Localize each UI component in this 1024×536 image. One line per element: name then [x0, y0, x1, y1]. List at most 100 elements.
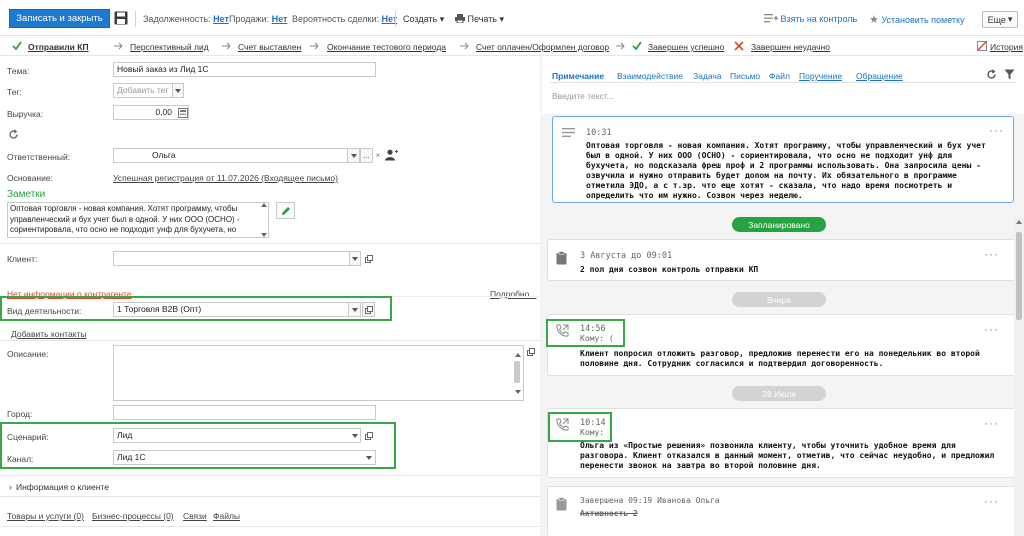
- tab-task[interactable]: Задача: [693, 71, 722, 81]
- date-separator: 28 Июля: [732, 386, 826, 401]
- probability-indicator[interactable]: Вероятность сделки: Нет: [292, 14, 397, 24]
- channel-dropdown[interactable]: [362, 450, 375, 465]
- scroll-down-icon[interactable]: [515, 390, 521, 394]
- stage-sent-proposal[interactable]: Отправили КП: [28, 42, 89, 52]
- phone-icon: [556, 324, 569, 337]
- tab-order[interactable]: Поручение: [799, 71, 842, 81]
- activity-input[interactable]: 1 Торговля B2B (Опт): [113, 302, 361, 317]
- note-lines-icon: [562, 128, 575, 137]
- planned-separator: Запланировано: [732, 217, 826, 232]
- client-dropdown[interactable]: [349, 252, 360, 265]
- arrow-right-icon: [460, 42, 469, 50]
- basis-link[interactable]: Успешная регистрация от 11.07.2026 (Вход…: [113, 173, 338, 183]
- divider: [0, 475, 540, 476]
- expand-icon[interactable]: [527, 348, 535, 356]
- composer: [542, 56, 1024, 114]
- take-control-button[interactable]: Взять на контроль: [764, 13, 857, 24]
- client-info-expander[interactable]: › Информация о клиенте: [9, 482, 109, 492]
- details-link[interactable]: Подробно...: [490, 289, 536, 299]
- call-recipient: Кому: (: [580, 334, 614, 343]
- more-button[interactable]: Еще ▾: [982, 11, 1018, 28]
- set-mark-button[interactable]: ★ Установить пометку: [869, 13, 965, 26]
- sales-indicator[interactable]: Продажи: Нет: [229, 14, 287, 24]
- check-icon: [632, 41, 642, 51]
- timeline-scrollbar[interactable]: [1014, 218, 1024, 536]
- stage-invoice-issued[interactable]: Счет выставлен: [238, 42, 301, 52]
- scenario-dropdown[interactable]: [348, 428, 361, 443]
- stage-completed-success[interactable]: Завершен успешно: [648, 42, 724, 52]
- user-add-icon[interactable]: [385, 149, 398, 161]
- stage-invoice-paid[interactable]: Счет оплачен/Оформлен договор: [476, 42, 609, 52]
- tag-placeholder: Добавить тег: [117, 85, 169, 95]
- task-text: 2 пол дня созвон контроль отправки КП: [580, 265, 759, 274]
- stage-completed-fail[interactable]: Завершен неудачно: [751, 42, 830, 52]
- save-and-close-button[interactable]: Записать и закрыть: [9, 9, 110, 28]
- channel-input[interactable]: Лид 1С: [113, 450, 376, 465]
- files-link[interactable]: Файлы: [213, 511, 240, 521]
- basis-label: Основание:: [7, 173, 53, 183]
- scenario-open-icon[interactable]: [362, 428, 375, 443]
- responsible-select-button[interactable]: ...: [360, 148, 373, 163]
- stage-prospective-lead[interactable]: Перспективный лид: [130, 42, 209, 52]
- task-menu-icon[interactable]: ···: [984, 247, 999, 261]
- debt-indicator[interactable]: Задолженность: Нет: [143, 14, 229, 24]
- note-input[interactable]: Введите текст...: [552, 91, 614, 101]
- responsible-dropdown[interactable]: [347, 148, 360, 163]
- filter-icon[interactable]: [1004, 69, 1015, 80]
- activity-dropdown[interactable]: [348, 302, 361, 317]
- note-card: 10:31 ··· Оптовая торговля - новая компа…: [552, 116, 1014, 203]
- activity-title: Активность 2: [580, 509, 638, 518]
- activity-menu-icon[interactable]: ···: [984, 494, 999, 508]
- tab-file[interactable]: Файл: [769, 71, 790, 81]
- city-input[interactable]: [113, 405, 376, 420]
- no-client-info-link[interactable]: Нет информации о контрагенте: [7, 289, 132, 299]
- theme-input[interactable]: Новый заказ из Лид 1С: [113, 62, 376, 77]
- print-menu[interactable]: Печать ▾: [455, 14, 504, 25]
- add-contacts-link[interactable]: Добавить контакты: [11, 329, 87, 339]
- stage-test-period-end[interactable]: Окончание тестового периода: [327, 42, 446, 52]
- create-menu[interactable]: Создать ▾: [403, 14, 444, 25]
- tab-interaction[interactable]: Взаимодействие: [617, 71, 683, 81]
- arrow-right-icon: [114, 42, 123, 50]
- divider: [0, 296, 540, 297]
- tag-input[interactable]: Добавить тег: [113, 83, 184, 98]
- history-link[interactable]: История: [990, 42, 1023, 52]
- business-processes-link[interactable]: Бизнес-процессы (0): [92, 511, 174, 521]
- divider: [0, 496, 540, 497]
- call-time: 14:56: [580, 324, 606, 334]
- save-disk-icon[interactable]: [114, 11, 128, 25]
- task-card: 3 Августа до 09:01 ··· 2 пол дня созвон …: [547, 239, 1017, 281]
- links-link[interactable]: Связи: [183, 511, 207, 521]
- description-scrollbar[interactable]: [514, 361, 520, 383]
- responsible-clear-icon[interactable]: ×: [373, 148, 383, 163]
- edit-notes-button[interactable]: [276, 202, 295, 219]
- description-textarea[interactable]: [113, 345, 524, 401]
- tab-note[interactable]: Примечание: [552, 71, 604, 81]
- activity-card: Завершена 09:19 Иванова Ольга ··· Активн…: [547, 486, 1017, 536]
- tab-appeal[interactable]: Обращение: [856, 71, 903, 81]
- activity-open-icon[interactable]: [362, 302, 375, 317]
- refresh-icon[interactable]: [986, 69, 997, 80]
- call-text: Клиент попросил отложить разговор, предл…: [580, 349, 980, 368]
- calculator-icon[interactable]: [178, 108, 188, 118]
- divider: [0, 526, 540, 527]
- tag-dropdown[interactable]: [172, 84, 183, 97]
- scroll-up-icon[interactable]: [515, 353, 521, 357]
- activity-status: Завершена 09:19 Иванова Ольга: [580, 496, 720, 505]
- notes-scrollbar[interactable]: [259, 203, 268, 237]
- call-menu-icon[interactable]: ···: [984, 322, 999, 336]
- goods-services-link[interactable]: Товары и услуги (0): [7, 511, 84, 521]
- check-icon: [12, 41, 22, 51]
- note-menu-icon[interactable]: ···: [989, 123, 1004, 137]
- tab-letter[interactable]: Письмо: [730, 71, 760, 81]
- call-menu-icon[interactable]: ···: [984, 416, 999, 430]
- arrow-right-icon: [616, 42, 625, 50]
- refresh-icon[interactable]: [8, 129, 19, 140]
- theme-label: Тема:: [7, 66, 30, 76]
- scenario-input[interactable]: Лид: [113, 428, 361, 443]
- client-open-icon[interactable]: [362, 251, 375, 266]
- responsible-input[interactable]: Ольга: [113, 148, 348, 163]
- client-input[interactable]: [113, 251, 361, 266]
- scrollbar-thumb[interactable]: [1016, 232, 1022, 320]
- notes-textarea[interactable]: Оптовая торговля - новая компания. Хотят…: [7, 202, 269, 238]
